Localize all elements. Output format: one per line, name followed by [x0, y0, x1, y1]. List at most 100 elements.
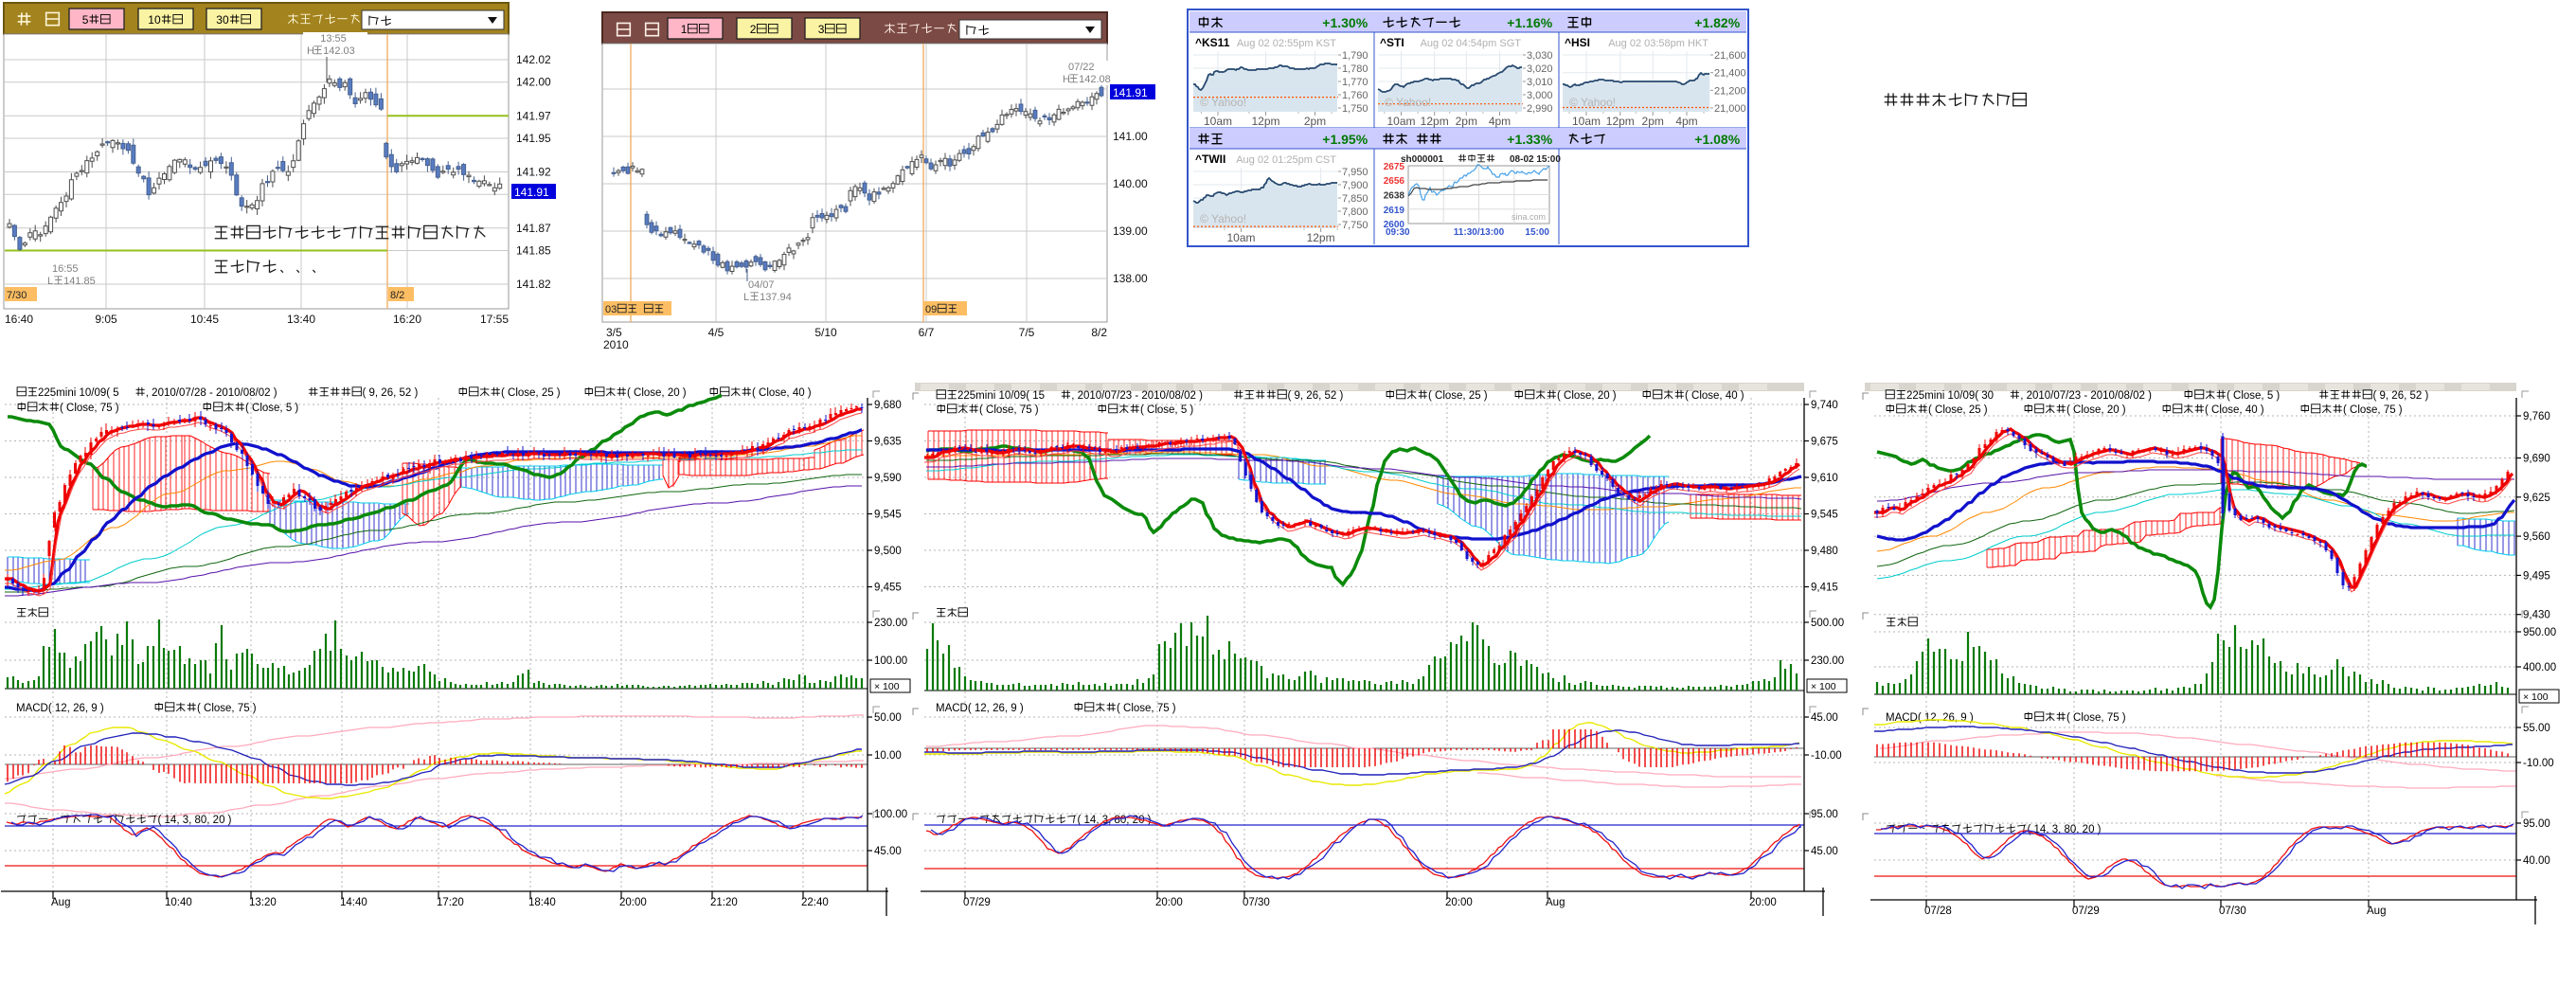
svg-text:sina.com: sina.com [1512, 212, 1546, 222]
svg-text:12pm: 12pm [1421, 115, 1449, 128]
svg-text:Aug 02 02:55pm KST: Aug 02 02:55pm KST [1237, 38, 1336, 49]
svg-text:3,000: 3,000 [1527, 90, 1553, 101]
svg-text:( 9, 26, 52 ): ( 9, 26, 52 ) [1288, 390, 1344, 402]
svg-text:10am: 10am [1386, 115, 1415, 128]
svg-text:4/5: 4/5 [708, 326, 724, 339]
svg-text:16:20: 16:20 [393, 313, 421, 326]
svg-text:2: 2 [750, 23, 757, 36]
svg-text:15:00: 15:00 [1525, 227, 1549, 238]
svg-text:9,590: 9,590 [874, 473, 902, 484]
svg-text:Aug 02 03:58pm HKT: Aug 02 03:58pm HKT [1608, 38, 1708, 49]
svg-text:6/7: 6/7 [919, 326, 935, 339]
svg-text:500.00: 500.00 [1811, 618, 1844, 629]
svg-text:( Close, 75 ): ( Close, 75 ) [2343, 404, 2403, 416]
svg-text:L: L [743, 292, 749, 303]
svg-text:3,020: 3,020 [1527, 63, 1553, 75]
svg-text:141.82: 141.82 [516, 278, 551, 291]
svg-text:141.00: 141.00 [1113, 130, 1148, 143]
svg-text:+1.16%: +1.16% [1507, 15, 1552, 30]
svg-text:142.03: 142.03 [323, 45, 355, 57]
svg-text:04/07: 04/07 [748, 279, 775, 291]
svg-text:141.85: 141.85 [516, 244, 551, 258]
svg-text:17:55: 17:55 [480, 313, 509, 326]
svg-text:12pm: 12pm [1307, 231, 1335, 244]
svg-text:MACD( 12, 26, 9 ): MACD( 12, 26, 9 ) [936, 703, 1024, 714]
svg-text:( 9, 26, 52 ): ( 9, 26, 52 ) [363, 387, 419, 399]
svg-text:4pm: 4pm [1489, 115, 1511, 128]
svg-text:225mini 10/09( 15: 225mini 10/09( 15 [957, 390, 1045, 402]
svg-text:7/30: 7/30 [7, 290, 27, 301]
svg-text:55.00: 55.00 [2523, 723, 2550, 734]
svg-text:20:00: 20:00 [619, 897, 647, 908]
svg-text:2pm: 2pm [1304, 115, 1326, 128]
svg-text:16:55: 16:55 [52, 263, 79, 275]
svg-text:9,415: 9,415 [1811, 583, 1838, 594]
svg-text:141.91: 141.91 [514, 186, 549, 199]
svg-text:9,690: 9,690 [2523, 454, 2550, 465]
svg-text:( Close, 5 ): ( Close, 5 ) [2227, 390, 2280, 402]
svg-text:, 2010/07/23 - 2010/08/02 ): , 2010/07/23 - 2010/08/02 ) [1071, 390, 1203, 402]
svg-text:9,500: 9,500 [874, 546, 902, 557]
svg-text:400.00: 400.00 [2523, 662, 2556, 673]
svg-text:9,455: 9,455 [874, 583, 902, 594]
svg-text:137.94: 137.94 [760, 292, 792, 303]
svg-text:Aug: Aug [1546, 897, 1565, 908]
svg-text:7,800: 7,800 [1342, 206, 1368, 218]
svg-text:( Close, 75 ): ( Close, 75 ) [60, 403, 119, 414]
svg-text:© Yahoo!: © Yahoo! [1200, 96, 1246, 109]
svg-text:7,950: 7,950 [1342, 167, 1368, 178]
svg-text:Aug 02 01:25pm CST: Aug 02 01:25pm CST [1236, 154, 1336, 166]
svg-text:4pm: 4pm [1675, 115, 1697, 128]
svg-text:141.95: 141.95 [516, 132, 551, 145]
svg-text:9,635: 9,635 [874, 437, 902, 448]
svg-text:1,760: 1,760 [1342, 90, 1368, 101]
svg-text:45.00: 45.00 [874, 846, 902, 857]
svg-text:2010: 2010 [603, 338, 629, 351]
svg-text:+1.95%: +1.95% [1322, 132, 1368, 147]
svg-text:× 100: × 100 [1811, 681, 1836, 692]
svg-text:+1.30%: +1.30% [1322, 15, 1368, 30]
svg-text:141.92: 141.92 [516, 166, 551, 179]
svg-text:50.00: 50.00 [874, 712, 902, 724]
svg-text:20:00: 20:00 [1445, 897, 1473, 908]
svg-text:9,675: 9,675 [1811, 437, 1838, 448]
svg-text:141.91: 141.91 [1113, 86, 1148, 99]
svg-text:8/2: 8/2 [1091, 326, 1107, 339]
svg-text:1,790: 1,790 [1342, 50, 1368, 62]
svg-text:× 100: × 100 [2523, 691, 2549, 703]
svg-text:( Close, 75 ): ( Close, 75 ) [197, 703, 257, 714]
svg-text:3/5: 3/5 [606, 326, 622, 339]
svg-text:07/30: 07/30 [2219, 906, 2246, 917]
svg-text:16:40: 16:40 [5, 313, 33, 326]
svg-text:950.00: 950.00 [2523, 627, 2556, 638]
svg-text:© Yahoo!: © Yahoo! [1385, 96, 1431, 109]
svg-text:5/10: 5/10 [814, 326, 837, 339]
svg-text:20:00: 20:00 [1749, 897, 1777, 908]
svg-text:03: 03 [605, 304, 617, 315]
svg-text:14:40: 14:40 [340, 897, 367, 908]
svg-text:22:40: 22:40 [801, 897, 829, 908]
svg-text:225mini 10/09( 30: 225mini 10/09( 30 [1906, 390, 1994, 402]
svg-text:1,780: 1,780 [1342, 63, 1368, 75]
svg-text:225mini 10/09( 5: 225mini 10/09( 5 [38, 387, 119, 399]
svg-text:7,900: 7,900 [1342, 180, 1368, 191]
svg-text:9:05: 9:05 [95, 313, 117, 326]
svg-text:9,495: 9,495 [2523, 570, 2550, 582]
svg-text:H: H [307, 45, 314, 57]
svg-text:sh000001: sh000001 [1401, 154, 1443, 165]
svg-text:9,545: 9,545 [874, 510, 902, 521]
svg-text:09:30: 09:30 [1386, 227, 1410, 238]
svg-text:2656: 2656 [1384, 176, 1405, 187]
svg-text:07/29: 07/29 [2072, 906, 2100, 917]
svg-text:142.00: 142.00 [516, 76, 551, 89]
svg-text:141.85: 141.85 [63, 276, 96, 287]
svg-text:21:20: 21:20 [710, 897, 738, 908]
svg-text:10am: 10am [1204, 115, 1232, 128]
svg-text:9,740: 9,740 [1811, 400, 1838, 411]
svg-text:3,030: 3,030 [1527, 50, 1553, 62]
svg-text:2,990: 2,990 [1527, 103, 1553, 115]
svg-text:^KS11: ^KS11 [1195, 36, 1230, 49]
svg-text:3: 3 [818, 23, 825, 36]
svg-text:13:40: 13:40 [287, 313, 315, 326]
svg-text:2pm: 2pm [1456, 115, 1477, 128]
